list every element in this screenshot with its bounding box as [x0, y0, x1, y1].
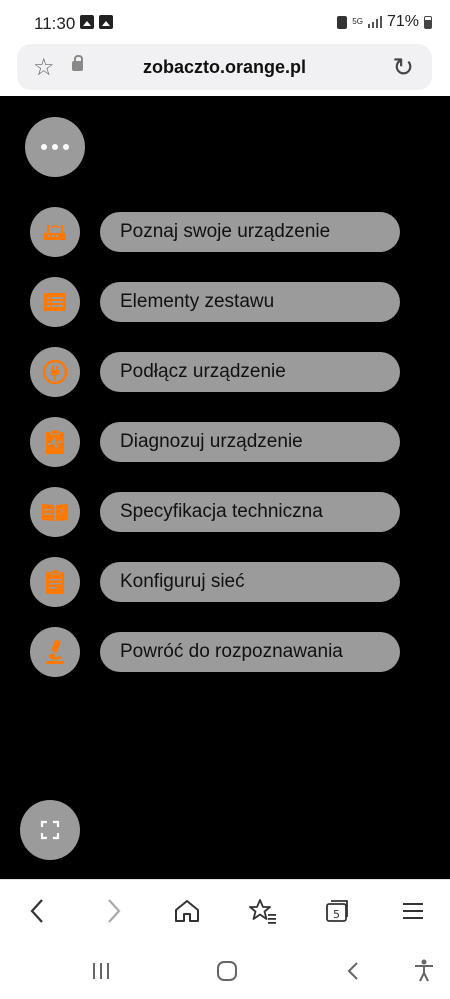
spec-book-icon[interactable]: ? [30, 487, 80, 537]
url-text[interactable]: zobaczto.orange.pl [17, 57, 432, 78]
clipboard-icon[interactable] [30, 557, 80, 607]
tabs-button[interactable]: 5 [320, 894, 354, 928]
forward-arrow-icon [108, 899, 121, 923]
accessibility-button[interactable] [409, 957, 439, 985]
menu-button[interactable] [396, 894, 430, 928]
fullscreen-button[interactable] [20, 800, 80, 860]
microscope-icon[interactable] [30, 627, 80, 677]
tab-count: 5 [333, 908, 340, 921]
home-circle-icon [217, 961, 237, 981]
router-icon[interactable] [30, 207, 80, 257]
menu-item-elementy[interactable]: Elementy zestawu [30, 277, 400, 327]
forward-button[interactable] [97, 894, 131, 928]
reload-icon[interactable]: ↻ [392, 52, 414, 83]
recent-apps-button[interactable] [86, 957, 116, 985]
status-time: 11:30 [34, 14, 76, 33]
menu-item-podlacz[interactable]: Podłącz urządzenie [30, 347, 400, 397]
bookmark-list-icon [249, 899, 276, 924]
home-nav-button[interactable] [212, 957, 242, 985]
battery-icon [424, 15, 432, 29]
back-arrow-icon [30, 899, 43, 923]
menu-item-label[interactable]: Diagnozuj urządzenie [100, 422, 400, 462]
gallery-icon [80, 15, 94, 29]
menu-item-label[interactable]: Podłącz urządzenie [100, 352, 400, 392]
home-icon [175, 900, 199, 922]
menu-item-label[interactable]: Elementy zestawu [100, 282, 400, 322]
diagnostics-clipboard-icon[interactable] [30, 417, 80, 467]
lock-icon [337, 15, 348, 29]
menu-item-konfiguruj[interactable]: Konfiguruj sieć [30, 557, 400, 607]
status-bar: 11:30 5G 71% [0, 0, 450, 44]
back-button[interactable] [20, 894, 54, 928]
menu-item-specyfikacja[interactable]: ? Specyfikacja techniczna [30, 487, 400, 537]
browser-toolbar: 5 [0, 879, 450, 941]
system-nav-bar [0, 941, 450, 999]
recent-apps-icon [93, 963, 109, 979]
back-nav-button[interactable] [338, 957, 368, 985]
hamburger-menu-icon [403, 903, 423, 919]
list-icon[interactable] [30, 277, 80, 327]
bookmarks-button[interactable] [246, 894, 280, 928]
page-content: Poznaj swoje urządzenie Elementy zestawu… [0, 96, 450, 879]
menu-item-label[interactable]: Konfiguruj sieć [100, 562, 400, 602]
plug-icon[interactable] [30, 347, 80, 397]
menu-item-diagnozuj[interactable]: Diagnozuj urządzenie [30, 417, 400, 467]
home-button[interactable] [170, 894, 204, 928]
more-options-button[interactable] [25, 117, 85, 177]
menu-item-powroc[interactable]: Powróć do rozpoznawania [30, 627, 400, 677]
signal-icon [367, 16, 382, 28]
accessibility-icon [415, 959, 433, 982]
fullscreen-icon [40, 820, 60, 840]
back-chevron-icon [347, 962, 358, 980]
svg-text:?: ? [59, 509, 64, 519]
5g-icon: 5G [352, 17, 363, 26]
qr-icon [99, 15, 113, 29]
address-bar-area: ☆ zobaczto.orange.pl ↻ [0, 44, 450, 96]
menu-item-label[interactable]: Poznaj swoje urządzenie [100, 212, 400, 252]
address-bar[interactable]: ☆ zobaczto.orange.pl ↻ [17, 44, 432, 90]
menu-item-label[interactable]: Specyfikacja techniczna [100, 492, 400, 532]
menu-item-poznaj[interactable]: Poznaj swoje urządzenie [30, 207, 400, 257]
menu-item-label[interactable]: Powróć do rozpoznawania [100, 632, 400, 672]
battery-percent: 71% [386, 13, 419, 30]
tabs-icon: 5 [326, 900, 348, 922]
